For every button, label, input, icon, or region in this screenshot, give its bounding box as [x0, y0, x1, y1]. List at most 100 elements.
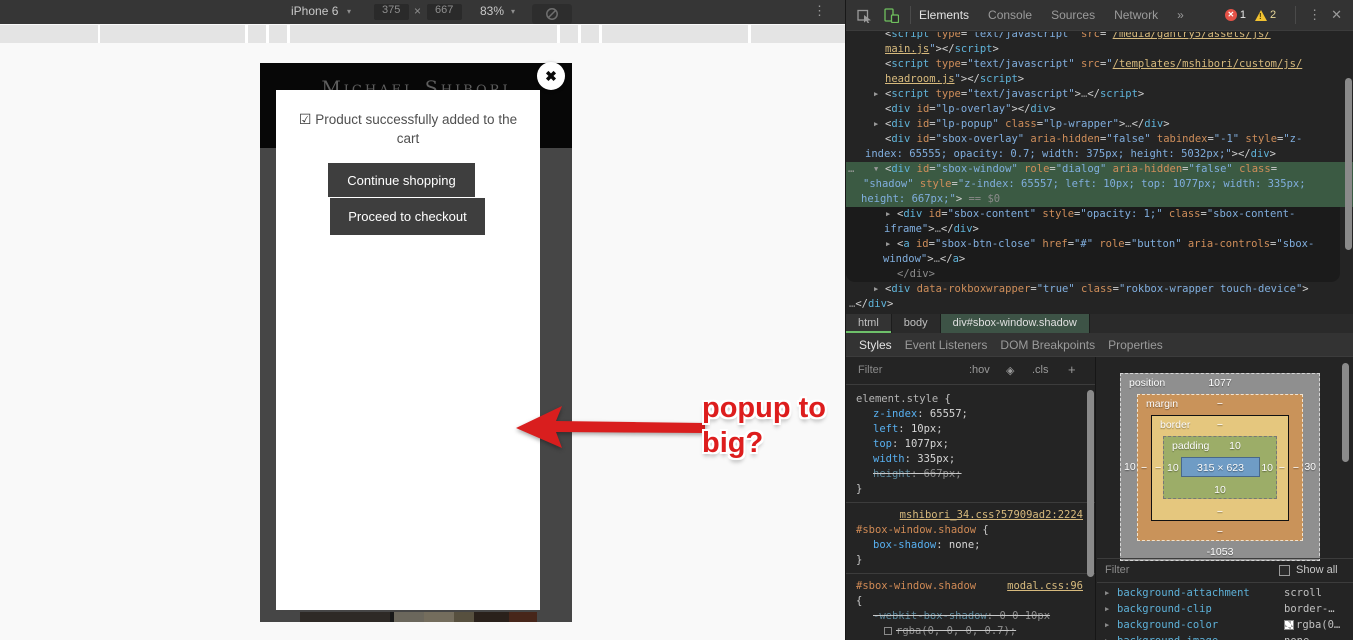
- tab-properties[interactable]: Properties: [1108, 338, 1163, 352]
- style-line[interactable]: left: 10px;: [856, 422, 1083, 437]
- expand-arrow-icon[interactable]: ▶: [1105, 585, 1109, 601]
- tree-arrow-icon[interactable]: ▶: [886, 207, 890, 222]
- elements-tree-row[interactable]: <script type="text/javascript" src="/med…: [846, 32, 1353, 42]
- error-badge[interactable]: ✕ 1: [1224, 9, 1246, 21]
- tab-dom-breakpoints[interactable]: DOM Breakpoints: [1000, 338, 1095, 352]
- style-line[interactable]: }: [856, 553, 1083, 568]
- box-model-padding[interactable]: padding 10 10 10 10 315 × 623: [1163, 436, 1277, 499]
- style-line[interactable]: #sbox-window.shadow {: [856, 523, 1083, 538]
- tree-arrow-icon[interactable]: ▶: [874, 117, 878, 132]
- warning-badge[interactable]: ! 2: [1254, 9, 1276, 21]
- class-toggle[interactable]: .cls: [1032, 364, 1049, 376]
- elements-tree-row[interactable]: ▶ <script type="text/javascript">…</scrip…: [846, 87, 1353, 102]
- box-model-content[interactable]: 315 × 623: [1181, 457, 1260, 477]
- tab-network[interactable]: Network: [1114, 8, 1158, 22]
- elements-tree-row[interactable]: height: 667px;"> == $0: [846, 192, 1353, 207]
- tab-styles[interactable]: Styles: [859, 338, 892, 352]
- breadcrumb-html[interactable]: html: [846, 314, 892, 333]
- popup-close-icon[interactable]: ✖: [537, 62, 565, 90]
- rotate-icon[interactable]: [532, 4, 572, 24]
- elements-tree-row[interactable]: </div>: [846, 267, 1340, 282]
- elements-tree-row[interactable]: ▶ <div data-rokboxwrapper="true" class="r…: [846, 282, 1353, 297]
- code-token: script: [891, 58, 930, 70]
- elements-tree-row[interactable]: main.js"></script>: [846, 42, 1353, 57]
- expand-arrow-icon[interactable]: ▶: [1105, 617, 1109, 633]
- style-line[interactable]: -webkit-box-shadow: 0 0 10px: [856, 609, 1083, 624]
- computed-property-row[interactable]: ▶ background-image none: [1097, 633, 1353, 640]
- styles-scrollbar[interactable]: [1087, 390, 1094, 577]
- width-input[interactable]: 375: [382, 4, 400, 16]
- elements-tree-row[interactable]: …</div>: [846, 297, 1353, 312]
- computed-property-row[interactable]: ▶ background-color rgba(0…: [1097, 617, 1353, 633]
- tree-arrow-icon[interactable]: ▶: [874, 87, 878, 102]
- device-select[interactable]: iPhone 6: [291, 4, 338, 18]
- diamond-icon[interactable]: ◈: [1006, 364, 1014, 377]
- computed-scrollbar[interactable]: [1342, 363, 1349, 462]
- device-toolbar: iPhone 6 ▾ 375 × 667 83% ▾ ⋮: [0, 0, 845, 24]
- box-model-border[interactable]: border − − − − padding 10 10 10 10 315 ×…: [1151, 415, 1289, 521]
- property-value: rgba(0…: [1284, 617, 1340, 633]
- breadcrumb-sbox-window[interactable]: div#sbox-window.shadow: [940, 314, 1090, 333]
- style-token: z-index: [873, 408, 918, 420]
- elements-tree-row[interactable]: ▶ <div id="sbox-content" style="opacity: …: [846, 207, 1340, 222]
- box-model[interactable]: position 1077 -1053 10 30 margin − − − −…: [1120, 373, 1320, 561]
- style-token: 667px: [923, 468, 956, 480]
- zoom-select[interactable]: 83%: [480, 4, 504, 18]
- style-line[interactable]: width: 335px;: [856, 452, 1083, 467]
- style-line[interactable]: }: [856, 482, 1083, 497]
- tree-arrow-icon[interactable]: ▶: [886, 237, 890, 252]
- box-model-margin[interactable]: margin − − − − border − − − − padding 10: [1137, 394, 1303, 541]
- computed-filter-input[interactable]: Filter: [1105, 564, 1129, 576]
- style-line[interactable]: box-shadow: none;: [856, 538, 1083, 553]
- inspect-icon[interactable]: [855, 6, 873, 24]
- code-token: >: [886, 298, 894, 310]
- device-toolbar-icon[interactable]: [882, 6, 900, 24]
- style-line[interactable]: element.style {: [856, 392, 1083, 407]
- style-token: }: [856, 483, 863, 495]
- style-line[interactable]: modal.css:96 #sbox-window.shadow: [856, 579, 1083, 594]
- elements-tree-row[interactable]: window">…</a>: [846, 252, 1340, 267]
- code-token: data-rokboxwrapper: [910, 283, 1031, 295]
- tree-arrow-icon[interactable]: ▼: [874, 162, 878, 177]
- tab-console[interactable]: Console: [988, 8, 1032, 22]
- elements-tree-row[interactable]: <div id="sbox-overlay" aria-hidden="fals…: [846, 132, 1353, 147]
- elements-tree-row[interactable]: headroom.js"></script>: [846, 72, 1353, 87]
- expand-arrow-icon[interactable]: ▶: [1105, 601, 1109, 617]
- style-line[interactable]: z-index: 65557;: [856, 407, 1083, 422]
- computed-property-row[interactable]: ▶ background-attachment scroll: [1097, 585, 1353, 601]
- elements-tree-row[interactable]: index: 65555; opacity: 0.7; width: 375px…: [846, 147, 1353, 162]
- elements-tree-row[interactable]: ▶ <a id="sbox-btn-close" href="#" role="b…: [846, 237, 1340, 252]
- continue-shopping-button[interactable]: Continue shopping: [328, 163, 475, 197]
- devtools-close-icon[interactable]: ✕: [1331, 7, 1342, 23]
- color-swatch[interactable]: [884, 627, 892, 635]
- style-line[interactable]: height: 667px;: [856, 467, 1083, 482]
- more-tabs-icon[interactable]: »: [1177, 8, 1184, 22]
- style-line[interactable]: {: [856, 594, 1083, 609]
- tab-elements[interactable]: Elements: [919, 8, 969, 22]
- computed-property-row[interactable]: ▶ background-clip border-…: [1097, 601, 1353, 617]
- devtools-menu-icon[interactable]: ⋮: [1308, 7, 1321, 23]
- height-input[interactable]: 667: [435, 4, 453, 16]
- breadcrumb-body[interactable]: body: [892, 314, 941, 333]
- tree-arrow-icon[interactable]: ▶: [874, 282, 878, 297]
- emulation-menu-icon[interactable]: ⋮: [813, 3, 826, 19]
- show-all-checkbox[interactable]: [1279, 565, 1290, 576]
- elements-tree-row[interactable]: "shadow" style="z-index: 65557; left: 10…: [846, 177, 1353, 192]
- tab-event-listeners[interactable]: Event Listeners: [905, 338, 988, 352]
- elements-tree-row[interactable]: <script type="text/javascript" src="/tem…: [846, 57, 1353, 72]
- style-line[interactable]: top: 1077px;: [856, 437, 1083, 452]
- elements-tree-row[interactable]: … ▼ <div id="sbox-window" role="dialog" ar…: [846, 162, 1353, 177]
- stylesheet-link[interactable]: modal.css:96: [1007, 579, 1083, 594]
- hover-state-toggle[interactable]: :hov: [969, 364, 990, 376]
- tab-sources[interactable]: Sources: [1051, 8, 1095, 22]
- new-rule-icon[interactable]: +: [1068, 362, 1076, 377]
- style-line[interactable]: mshibori_34.css?57909ad2:2224: [856, 508, 1083, 523]
- elements-tree-row[interactable]: iframe">…</div>: [846, 222, 1340, 237]
- elements-tree-row[interactable]: ▶ <div id="lp-popup" class="lp-wrapper">……: [846, 117, 1353, 132]
- style-line[interactable]: rgba(0, 0, 0, 0.7);: [856, 624, 1083, 639]
- elements-scrollbar[interactable]: [1345, 78, 1352, 250]
- expand-arrow-icon[interactable]: ▶: [1105, 633, 1109, 640]
- styles-filter-input[interactable]: Filter: [858, 364, 882, 376]
- proceed-to-checkout-button[interactable]: Proceed to checkout: [330, 198, 485, 235]
- elements-tree-row[interactable]: <div id="lp-overlay"></div>: [846, 102, 1353, 117]
